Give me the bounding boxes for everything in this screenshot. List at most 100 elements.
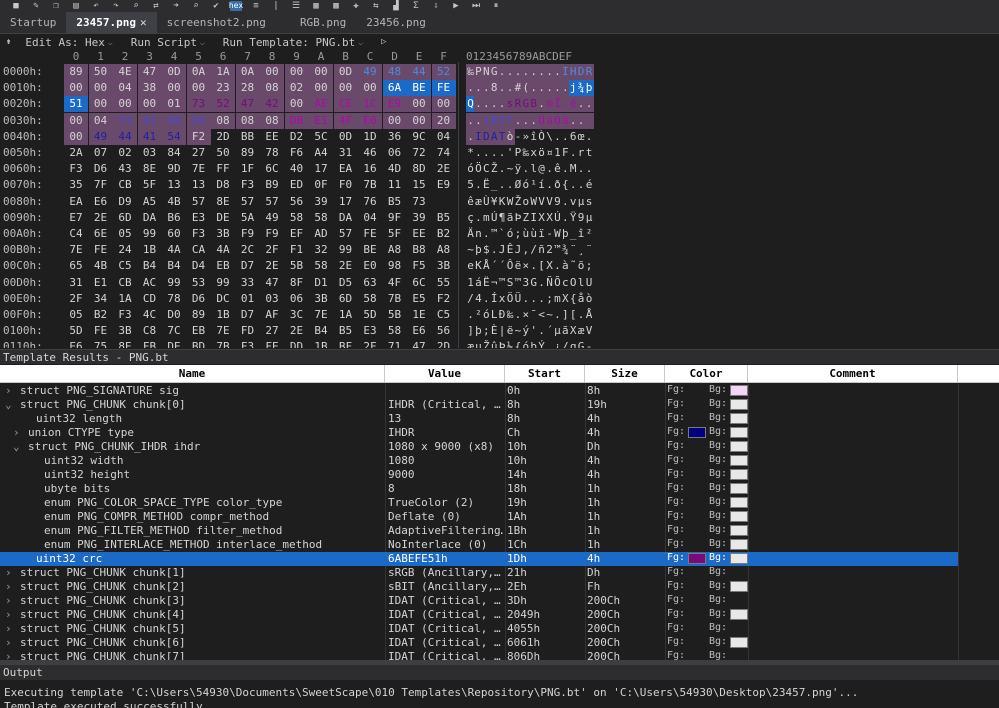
hex-byte[interactable]: 89	[236, 145, 260, 161]
template-row[interactable]: › struct PNG_SIGNATURE sig 0h 8h Fg: Bg:	[0, 384, 958, 398]
hex-byte[interactable]: 74	[432, 145, 456, 161]
hex-byte[interactable]: 2E	[285, 323, 309, 339]
hex-byte[interactable]: 00	[186, 80, 211, 97]
hex-byte[interactable]: 1B	[138, 242, 162, 258]
hex-byte[interactable]: B4	[162, 258, 186, 274]
hex-byte[interactable]: E9	[382, 96, 407, 113]
hex-byte[interactable]: 1F	[236, 161, 260, 177]
hex-byte[interactable]: 7B	[211, 339, 235, 348]
char-cell[interactable]: .	[585, 129, 594, 145]
hex-byte[interactable]: F3	[64, 161, 88, 177]
hex-byte[interactable]: F3	[236, 177, 260, 193]
hex-byte[interactable]: 00	[162, 80, 186, 97]
char-cell[interactable]: -	[585, 339, 594, 348]
hex-byte[interactable]: 31	[334, 145, 358, 161]
hex-byte[interactable]: 49	[260, 210, 284, 226]
char-cell[interactable]: V	[585, 323, 594, 339]
hex-byte[interactable]: 00	[64, 112, 88, 129]
hex-byte[interactable]: E0	[358, 112, 382, 129]
tab-screenshot2-png[interactable]: screenshot2.png	[157, 12, 276, 33]
run-icon[interactable]: ▶	[450, 1, 462, 11]
hex-byte[interactable]: E3	[187, 210, 211, 226]
hex-byte[interactable]: E1	[89, 275, 113, 291]
hex-byte[interactable]: D5	[334, 275, 358, 291]
hex-byte[interactable]: 0F	[309, 177, 333, 193]
hex-byte[interactable]: 71	[383, 339, 407, 348]
hex-byte[interactable]: 7C	[162, 323, 186, 339]
hex-byte[interactable]: 9D	[162, 161, 186, 177]
hex-byte[interactable]: 73	[186, 96, 211, 113]
hex-byte[interactable]: DA	[334, 210, 358, 226]
hex-byte[interactable]: B9	[260, 177, 284, 193]
hex-byte[interactable]: B5	[334, 323, 358, 339]
hex-byte[interactable]: BD	[187, 339, 211, 348]
hex-byte[interactable]: CE	[333, 96, 358, 113]
collapse-icon[interactable]: ⇟	[6, 37, 11, 47]
hex-byte[interactable]: F1	[285, 242, 309, 258]
hex-byte[interactable]: F2	[186, 128, 211, 145]
hex-byte[interactable]: 57	[236, 194, 260, 210]
hex-byte[interactable]: 58	[285, 210, 309, 226]
hex-byte[interactable]: D4	[187, 258, 211, 274]
hex-byte[interactable]: 43	[113, 161, 137, 177]
hex-byte[interactable]: 73	[113, 112, 137, 129]
char-cell[interactable]	[584, 112, 594, 129]
hex-byte[interactable]: 27	[187, 145, 211, 161]
hex-byte[interactable]: ED	[285, 177, 309, 193]
hex-mode-button[interactable]: hex	[229, 1, 243, 11]
hex-byte[interactable]: 89	[187, 307, 211, 323]
hex-byte[interactable]: B6	[162, 210, 186, 226]
hex-byte[interactable]: 56	[285, 194, 309, 210]
hex-byte[interactable]: 6A	[382, 80, 407, 97]
hex-byte[interactable]: 52	[211, 96, 235, 113]
hex-byte[interactable]: E6	[64, 339, 88, 348]
hex-byte[interactable]: 3B	[113, 323, 137, 339]
hex-byte[interactable]: AC	[138, 275, 162, 291]
bg-color-swatch[interactable]	[730, 469, 748, 480]
paste-icon[interactable]: ▤	[70, 1, 82, 11]
hex-byte[interactable]: AD	[309, 226, 333, 242]
char-cell[interactable]: R	[584, 64, 594, 80]
hex-byte[interactable]: 3C	[285, 307, 309, 323]
hex-byte[interactable]: 1A	[113, 291, 137, 307]
char-cell[interactable]: s	[585, 194, 594, 210]
hex-byte[interactable]: FB	[138, 339, 162, 348]
hex-byte[interactable]: C8	[138, 323, 162, 339]
template-row[interactable]: enum PNG_INTERLACE_METHOD interlace_meth…	[0, 538, 958, 552]
hex-byte[interactable]: 00	[64, 80, 88, 97]
hex-byte[interactable]: 6E	[89, 226, 113, 242]
hex-byte[interactable]: E9	[432, 177, 456, 193]
hex-byte[interactable]: 50	[211, 145, 235, 161]
hex-byte[interactable]: DE	[211, 210, 235, 226]
hex-byte[interactable]: 2A	[64, 145, 88, 161]
char-cell[interactable]: ;	[585, 258, 594, 274]
hex-byte[interactable]: EE	[260, 129, 284, 145]
hex-byte[interactable]: 2E	[89, 210, 113, 226]
hex-byte[interactable]: DE	[162, 339, 186, 348]
binary-icon[interactable]: ▦	[310, 1, 322, 11]
hex-byte[interactable]: 57	[260, 194, 284, 210]
chevron-right-icon[interactable]: ›	[5, 608, 12, 622]
hex-byte[interactable]: FE	[260, 339, 284, 348]
hex-byte[interactable]: AE	[309, 96, 333, 113]
hex-byte[interactable]: 00	[64, 128, 88, 145]
hex-byte[interactable]: CA	[187, 242, 211, 258]
histogram-icon[interactable]: ▟	[390, 1, 402, 11]
hex-byte[interactable]: 42	[137, 112, 162, 129]
hex-byte[interactable]: 00	[407, 96, 431, 113]
hex-byte[interactable]: 0D	[333, 64, 358, 80]
hex-byte[interactable]: 6C	[260, 161, 284, 177]
redo-icon[interactable]: ↷	[110, 1, 122, 11]
hex-byte[interactable]: FF	[211, 161, 235, 177]
tab-23456-png[interactable]: 23456.png	[356, 12, 436, 33]
hex-byte[interactable]: F9	[260, 226, 284, 242]
hex-byte[interactable]: B4	[309, 323, 333, 339]
hex-byte[interactable]: 99	[162, 275, 186, 291]
chevron-right-icon[interactable]: ›	[13, 426, 20, 440]
hex-byte[interactable]: 04	[113, 80, 137, 97]
bg-color-swatch[interactable]	[730, 525, 748, 536]
hex-byte[interactable]: 05	[64, 307, 88, 323]
hex-byte[interactable]: 27	[260, 323, 284, 339]
hex-byte[interactable]: 44	[407, 64, 431, 80]
hex-byte[interactable]: E6	[407, 323, 431, 339]
